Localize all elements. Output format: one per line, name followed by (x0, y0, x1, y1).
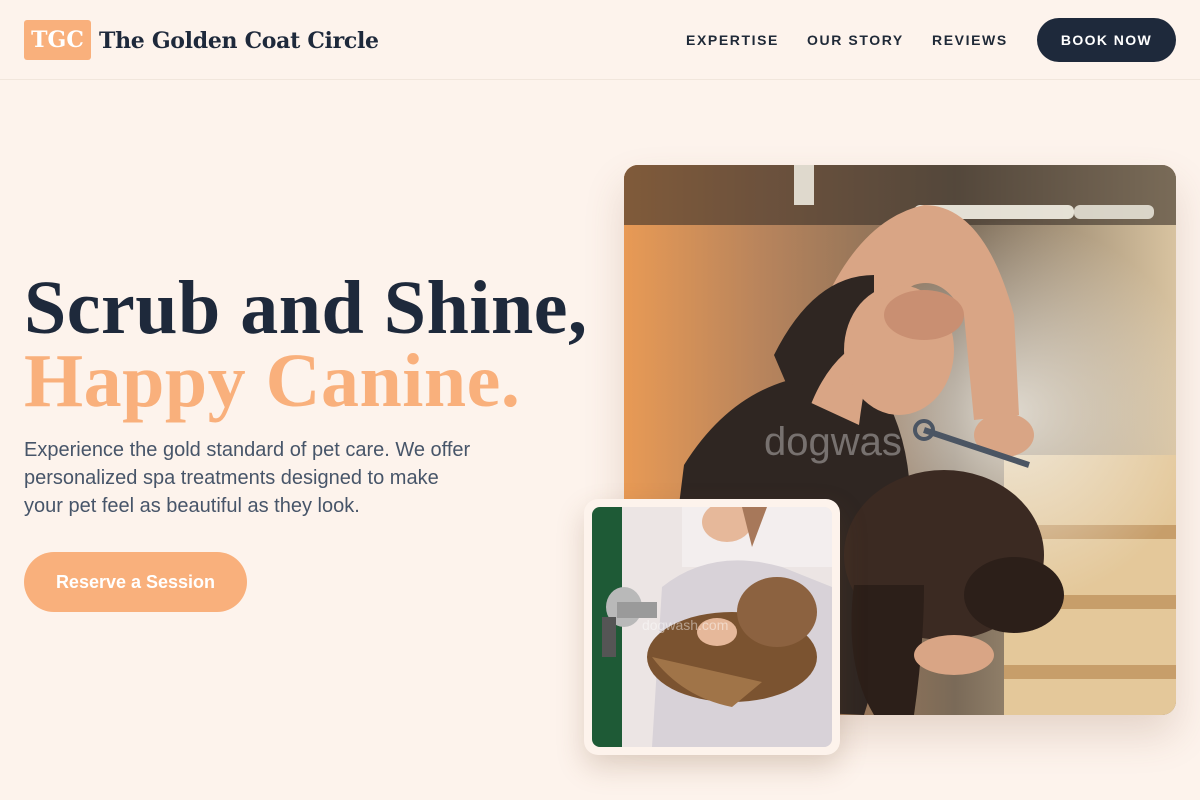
small-photo-frame: dogwash.com (584, 499, 840, 755)
brand-name[interactable]: The Golden Coat Circle (99, 24, 379, 58)
main-photo-watermark: dogwas (764, 420, 902, 464)
blow-dry-photo: dogwash.com (592, 507, 832, 747)
logo-badge[interactable]: TGC (24, 20, 91, 60)
reserve-session-button[interactable]: Reserve a Session (24, 552, 247, 612)
hero-subtext: Experience the gold standard of pet care… (24, 439, 471, 517)
headline-line-2: Happy Canine. (24, 339, 521, 423)
nav-link-reviews[interactable]: REVIEWS (932, 28, 1008, 52)
headline-line-1: Scrub and Shine, (24, 266, 588, 350)
book-now-button[interactable]: BOOK NOW (1037, 18, 1176, 62)
nav-link-our-story[interactable]: OUR STORY (807, 28, 904, 52)
nav-link-expertise[interactable]: EXPERTISE (686, 28, 779, 52)
small-photo-watermark: dogwash.com (642, 617, 729, 633)
site-header: TGC The Golden Coat Circle EXPERTISE OUR… (0, 0, 1200, 80)
